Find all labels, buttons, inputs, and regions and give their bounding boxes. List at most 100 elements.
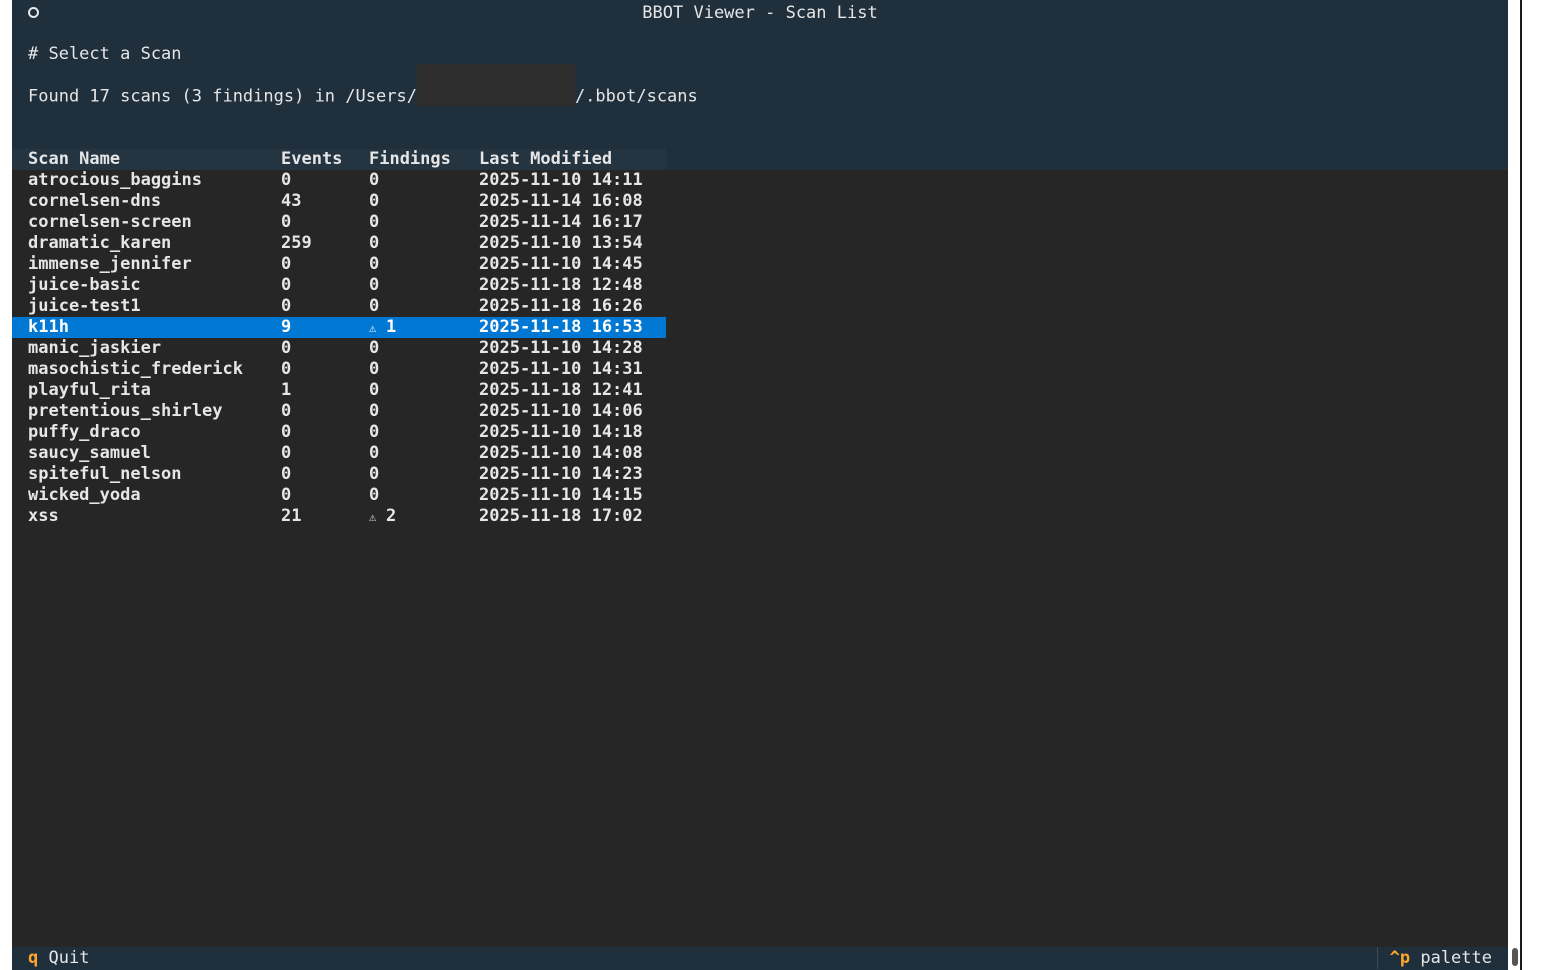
table-row[interactable]: masochistic_frederick 0 0 2025-11-10 14:31 <box>12 359 666 380</box>
quit-key: q <box>28 948 39 968</box>
redacted-username <box>416 64 575 106</box>
cell-last-modified: 2025-11-10 14:06 <box>479 401 643 421</box>
cell-last-modified: 2025-11-10 14:28 <box>479 338 643 358</box>
cell-last-modified: 2025-11-18 17:02 <box>479 506 643 526</box>
cell-last-modified: 2025-11-10 14:18 <box>479 422 643 442</box>
title-bar: BBOT Viewer - Scan List <box>12 0 1508 26</box>
cell-findings: 0 <box>369 485 380 505</box>
table-row[interactable]: xss 21 ⚠ 2 2025-11-18 17:02 <box>12 506 666 527</box>
cell-events: 0 <box>281 401 292 421</box>
cell-last-modified: 2025-11-10 14:23 <box>479 464 643 484</box>
table-header: Scan Name Events Findings Last Modified <box>12 149 1508 170</box>
cell-findings: 0 <box>369 170 380 190</box>
header-area: BBOT Viewer - Scan List # Select a Scan … <box>12 0 1508 149</box>
cell-events: 21 <box>281 506 302 526</box>
window-title: BBOT Viewer - Scan List <box>642 3 878 23</box>
cell-events: 0 <box>281 170 292 190</box>
cell-findings: 0 <box>369 401 380 421</box>
cell-events: 9 <box>281 317 292 337</box>
palette-label: palette <box>1420 948 1492 968</box>
warning-triangle-icon: ⚠ <box>369 510 377 524</box>
column-header-last-modified[interactable]: Last Modified <box>479 149 612 170</box>
column-header-findings[interactable]: Findings <box>369 149 451 170</box>
cell-last-modified: 2025-11-18 12:48 <box>479 275 643 295</box>
scrollbar[interactable] <box>1508 0 1522 970</box>
cell-findings: 0 <box>369 254 380 274</box>
cell-scan-name: playful_rita <box>28 380 151 400</box>
cell-last-modified: 2025-11-14 16:08 <box>479 191 643 211</box>
cell-events: 0 <box>281 485 292 505</box>
cell-last-modified: 2025-11-10 14:15 <box>479 485 643 505</box>
column-header-scan-name[interactable]: Scan Name <box>28 149 120 170</box>
cell-events: 0 <box>281 212 292 232</box>
cell-scan-name: puffy_draco <box>28 422 141 442</box>
cell-scan-name: manic_jaskier <box>28 338 162 358</box>
cell-scan-name: atrocious_baggins <box>28 170 202 190</box>
cell-scan-name: dramatic_karen <box>28 233 172 253</box>
quit-binding[interactable]: q Quit <box>28 947 89 969</box>
scan-summary-suffix: /.bbot/scans <box>574 86 698 107</box>
table-row[interactable]: cornelsen-dns 43 0 2025-11-14 16:08 <box>12 191 666 212</box>
cell-events: 0 <box>281 422 292 442</box>
cell-scan-name: k11h <box>28 317 69 337</box>
table-row[interactable]: juice-test1 0 0 2025-11-18 16:26 <box>12 296 666 317</box>
table-row[interactable]: k11h 9 ⚠ 1 2025-11-18 16:53 <box>12 317 666 338</box>
cell-scan-name: xss <box>28 506 59 526</box>
cell-events: 259 <box>281 233 312 253</box>
cell-scan-name: masochistic_frederick <box>28 359 243 379</box>
table-row[interactable]: pretentious_shirley 0 0 2025-11-10 14:06 <box>12 401 666 422</box>
table-row[interactable]: dramatic_karen 259 0 2025-11-10 13:54 <box>12 233 666 254</box>
table-row[interactable]: cornelsen-screen 0 0 2025-11-14 16:17 <box>12 212 666 233</box>
scan-summary-prefix: Found 17 scans (3 findings) in /Users/ <box>28 86 417 107</box>
cell-events: 43 <box>281 191 302 211</box>
cell-last-modified: 2025-11-10 14:08 <box>479 443 643 463</box>
table-row[interactable]: saucy_samuel 0 0 2025-11-10 14:08 <box>12 443 666 464</box>
page-heading: # Select a Scan <box>28 44 182 64</box>
table-row[interactable]: immense_jennifer 0 0 2025-11-10 14:45 <box>12 254 666 275</box>
cell-findings: 0 <box>369 443 380 463</box>
cell-findings: 0 <box>369 422 380 442</box>
table-row[interactable]: atrocious_baggins 0 0 2025-11-10 14:11 <box>12 170 666 191</box>
cell-findings: 0 <box>369 338 380 358</box>
table-row[interactable]: wicked_yoda 0 0 2025-11-10 14:15 <box>12 485 666 506</box>
cell-findings: ⚠ 1 <box>369 317 396 338</box>
palette-binding[interactable]: ^p palette <box>1376 947 1492 969</box>
table-row[interactable]: puffy_draco 0 0 2025-11-10 14:18 <box>12 422 666 443</box>
cell-scan-name: spiteful_nelson <box>28 464 182 484</box>
cell-last-modified: 2025-11-10 14:31 <box>479 359 643 379</box>
cell-events: 0 <box>281 464 292 484</box>
cell-last-modified: 2025-11-10 14:11 <box>479 170 643 190</box>
warning-triangle-icon: ⚠ <box>369 321 377 335</box>
cell-last-modified: 2025-11-18 16:53 <box>479 317 643 337</box>
cell-scan-name: juice-test1 <box>28 296 141 316</box>
table-row[interactable]: juice-basic 0 0 2025-11-18 12:48 <box>12 275 666 296</box>
cell-last-modified: 2025-11-10 13:54 <box>479 233 643 253</box>
cell-scan-name: cornelsen-screen <box>28 212 192 232</box>
palette-key: ^p <box>1389 948 1411 968</box>
scan-summary: Found 17 scans (3 findings) in /Users/ /.… <box>28 64 698 107</box>
table-row[interactable]: manic_jaskier 0 0 2025-11-10 14:28 <box>12 338 666 359</box>
quit-label: Quit <box>48 948 90 968</box>
cell-last-modified: 2025-11-10 14:45 <box>479 254 643 274</box>
table-row[interactable]: spiteful_nelson 0 0 2025-11-10 14:23 <box>12 464 666 485</box>
table-row[interactable]: playful_rita 1 0 2025-11-18 12:41 <box>12 380 666 401</box>
cell-events: 0 <box>281 359 292 379</box>
cell-scan-name: immense_jennifer <box>28 254 192 274</box>
cell-events: 0 <box>281 275 292 295</box>
cell-findings: 0 <box>369 359 380 379</box>
terminal-window: BBOT Viewer - Scan List # Select a Scan … <box>12 0 1508 970</box>
cell-findings: 0 <box>369 212 380 232</box>
cell-events: 0 <box>281 338 292 358</box>
footer-bar: q Quit ^p palette <box>12 947 1508 970</box>
scroll-thumb[interactable] <box>1512 948 1518 966</box>
cell-findings: 0 <box>369 380 380 400</box>
cell-scan-name: wicked_yoda <box>28 485 141 505</box>
cell-events: 0 <box>281 296 292 316</box>
cell-scan-name: cornelsen-dns <box>28 191 162 211</box>
cell-findings: 0 <box>369 296 380 316</box>
column-header-events[interactable]: Events <box>281 149 342 170</box>
cell-last-modified: 2025-11-18 16:26 <box>479 296 643 316</box>
cell-scan-name: saucy_samuel <box>28 443 151 463</box>
cell-findings: 0 <box>369 464 380 484</box>
cell-findings: 0 <box>369 275 380 295</box>
